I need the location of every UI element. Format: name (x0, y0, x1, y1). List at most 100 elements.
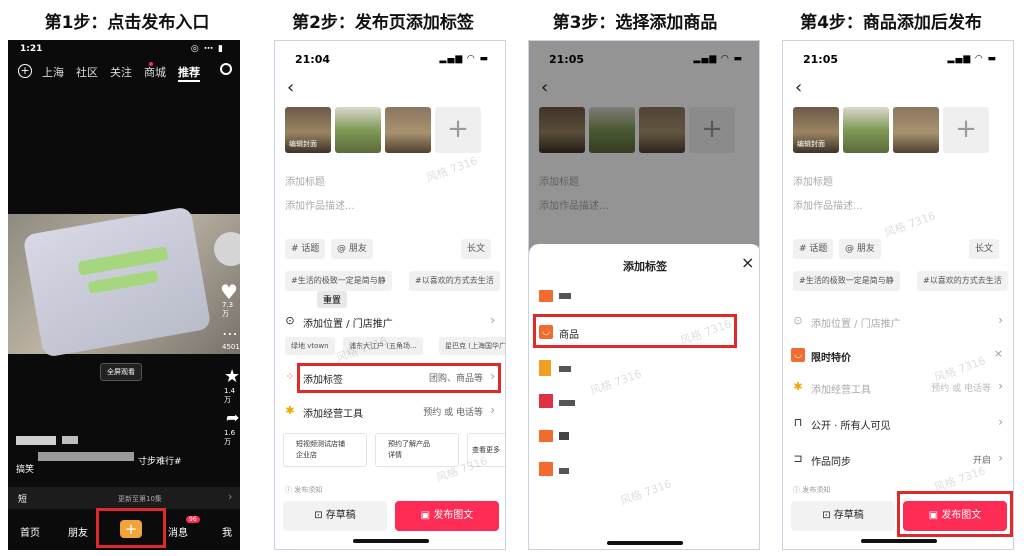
chevron-right-icon: › (998, 451, 1003, 465)
visibility-label: 公开 · 所有人可见 (811, 421, 891, 432)
shopping-bag-icon: ◡ (791, 348, 805, 362)
topic-chip[interactable]: # 话题 (793, 239, 834, 259)
follow-dot (149, 62, 153, 66)
fullscreen-label: 全屏观看 (107, 368, 135, 376)
step-1-title: 第1步：点击发布入口 (44, 13, 210, 33)
tag-grid-icon: ⁘ (285, 370, 295, 383)
long-text-chip[interactable]: 长文 (461, 239, 492, 259)
location-pin-icon: ⊙ (793, 314, 803, 327)
add-circle-icon[interactable]: + (18, 64, 32, 78)
chevron-right-icon: › (998, 415, 1003, 429)
nav-messages[interactable]: 消息 (168, 524, 188, 539)
highlight-add-tag (297, 363, 501, 393)
tab-mall[interactable]: 商城 (144, 64, 166, 82)
series-bar-left: 短 (18, 495, 28, 505)
tab-following[interactable]: 关注 (110, 64, 132, 82)
back-icon[interactable]: ‹ (287, 77, 294, 98)
tag-option-icon[interactable] (539, 360, 551, 376)
publish-button[interactable]: ▣ 发布图文 (395, 501, 499, 531)
title-input[interactable]: 添加标题 (793, 173, 833, 188)
location-row[interactable]: ⊙ 添加位置 / 门店推广 › (791, 311, 1005, 333)
tab-recommend[interactable]: 推荐 (178, 64, 200, 82)
booking-card[interactable]: 预约了解产品 详情 (375, 433, 459, 467)
chevron-right-icon: › (490, 313, 495, 327)
description-input[interactable]: 添加作品描述... (793, 197, 863, 212)
status-bar: 21:04 ▂▄▆ ◠ ▬ (275, 41, 505, 73)
step-2-title: 第2步：发布页添加标签 (292, 13, 474, 33)
photo-thumbnail[interactable]: 编辑封面 (285, 107, 331, 153)
series-bar[interactable]: 短 更新至第10集 › (8, 487, 240, 509)
photo-thumbnail[interactable]: 编辑封面 (793, 107, 839, 153)
share-icon[interactable]: ➦ (226, 408, 239, 427)
location-chip[interactable]: 绿地 vtown (285, 337, 335, 355)
status-bar: 21:05 ▂▄▆ ◠ ▬ (783, 41, 1013, 73)
step-3-title: 第3步：选择添加商品 (552, 13, 718, 33)
top-tabs: 上海 社区 关注 商城 推荐 (42, 64, 200, 82)
step-4-title: 第4步：商品添加后发布 (800, 13, 982, 33)
tag-bottom-sheet: 添加标签 × ◡ 商品 风格 7316 风格 7316 风格 7316 (529, 244, 759, 549)
tab-shanghai[interactable]: 上海 (42, 64, 64, 82)
business-tools-row[interactable]: ✱ 添加经营工具 预约 或 电话等 › (791, 377, 1005, 399)
close-icon[interactable]: × (741, 253, 754, 272)
tab-community[interactable]: 社区 (76, 64, 98, 82)
long-text-chip[interactable]: 长文 (969, 239, 1000, 259)
hashtag-suggestion[interactable]: #生活的极致一定是简与静 (793, 271, 900, 291)
hashtag-suggestion[interactable]: #以喜欢的方式去生活 (409, 271, 500, 291)
lock-icon: ⊓ (793, 416, 803, 429)
nav-friends[interactable]: 朋友 (68, 524, 88, 539)
remove-icon[interactable]: × (994, 347, 1003, 360)
save-draft-button[interactable]: ⊡ 存草稿 (791, 501, 895, 531)
add-photo-button[interactable]: + (943, 107, 989, 153)
location-row[interactable]: ⊙ 添加位置 / 门店推广 › (283, 311, 497, 333)
publish-notice[interactable]: ⓘ 发布须知 (793, 485, 830, 495)
phone-step-4: 21:05 ▂▄▆ ◠ ▬ ‹ 编辑封面 + 添加标题 添加作品描述... # … (782, 40, 1014, 550)
nav-home[interactable]: 首页 (20, 524, 40, 539)
photo-thumbnail[interactable] (335, 107, 381, 153)
photo-thumbnail[interactable] (843, 107, 889, 153)
save-draft-button[interactable]: ⊡ 存草稿 (283, 501, 387, 531)
caption-left: 搞笑 (16, 465, 35, 475)
friend-chip[interactable]: @ 朋友 (839, 239, 881, 259)
highlight-publish-entry (96, 508, 166, 548)
shop-card[interactable]: 短视频测试店铺 企业店 (283, 433, 367, 467)
hashtag-suggestion[interactable]: #以喜欢的方式去生活 (917, 271, 1008, 291)
photo-thumbnail[interactable] (385, 107, 431, 153)
publish-notice[interactable]: ⓘ 发布须知 (285, 485, 322, 495)
back-icon[interactable]: ‹ (795, 77, 802, 98)
phone-step-1: 1:21 ◎ ⋯ ▮ + 上海 社区 关注 商城 推荐 ♥ 7.3万 ⋯ 450… (8, 40, 240, 550)
video-frame[interactable] (8, 206, 240, 358)
chevron-right-icon: › (998, 313, 1003, 327)
tag-option-icon[interactable] (539, 394, 553, 408)
nav-me[interactable]: 我 (222, 524, 232, 539)
title-input[interactable]: 添加标题 (285, 173, 325, 188)
visibility-row[interactable]: ⊓ 公开 · 所有人可见 › (791, 413, 1005, 435)
edit-cover-label: 编辑封面 (797, 140, 825, 148)
watermark: 风格 7316 (424, 154, 480, 185)
status-icons: ▂▄▆ ◠ ▬ (439, 54, 489, 64)
comment-icon[interactable]: ⋯ (222, 324, 238, 343)
add-photo-button[interactable]: + (435, 107, 481, 153)
home-indicator (353, 539, 429, 543)
avatar[interactable] (214, 232, 240, 266)
chevron-right-icon: › (490, 403, 495, 417)
business-tools-row[interactable]: ✱ 添加经营工具 预约 或 电话等 › (283, 401, 497, 423)
tag-option-icon[interactable] (539, 290, 553, 302)
chevron-right-icon: › (998, 379, 1003, 393)
location-chip[interactable]: 星巴克 (上海国华广... (439, 337, 505, 355)
tag-option-icon[interactable] (539, 430, 553, 442)
search-icon[interactable] (220, 63, 232, 75)
blurred-option-text (559, 366, 571, 372)
description-input[interactable]: 添加作品描述... (285, 197, 355, 212)
fullscreen-button[interactable]: 全屏观看 (100, 363, 142, 381)
star-icon[interactable]: ★ (224, 366, 240, 387)
series-bar-progress: 更新至第10集 (118, 495, 162, 503)
home-indicator (861, 539, 937, 543)
phone-step-2: 21:04 ▂▄▆ ◠ ▬ ‹ 编辑封面 + 添加标题 添加作品描述... # … (274, 40, 506, 550)
location-pin-icon: ⊙ (285, 314, 295, 327)
photo-thumbnail[interactable] (893, 107, 939, 153)
status-icons: ▂▄▆ ◠ ▬ (947, 54, 997, 64)
friend-chip[interactable]: @ 朋友 (331, 239, 373, 259)
topic-chip[interactable]: # 话题 (285, 239, 326, 259)
hashtag-suggestion[interactable]: #生活的极致一定是简与静 (285, 271, 392, 291)
tag-option-icon[interactable] (539, 462, 553, 476)
